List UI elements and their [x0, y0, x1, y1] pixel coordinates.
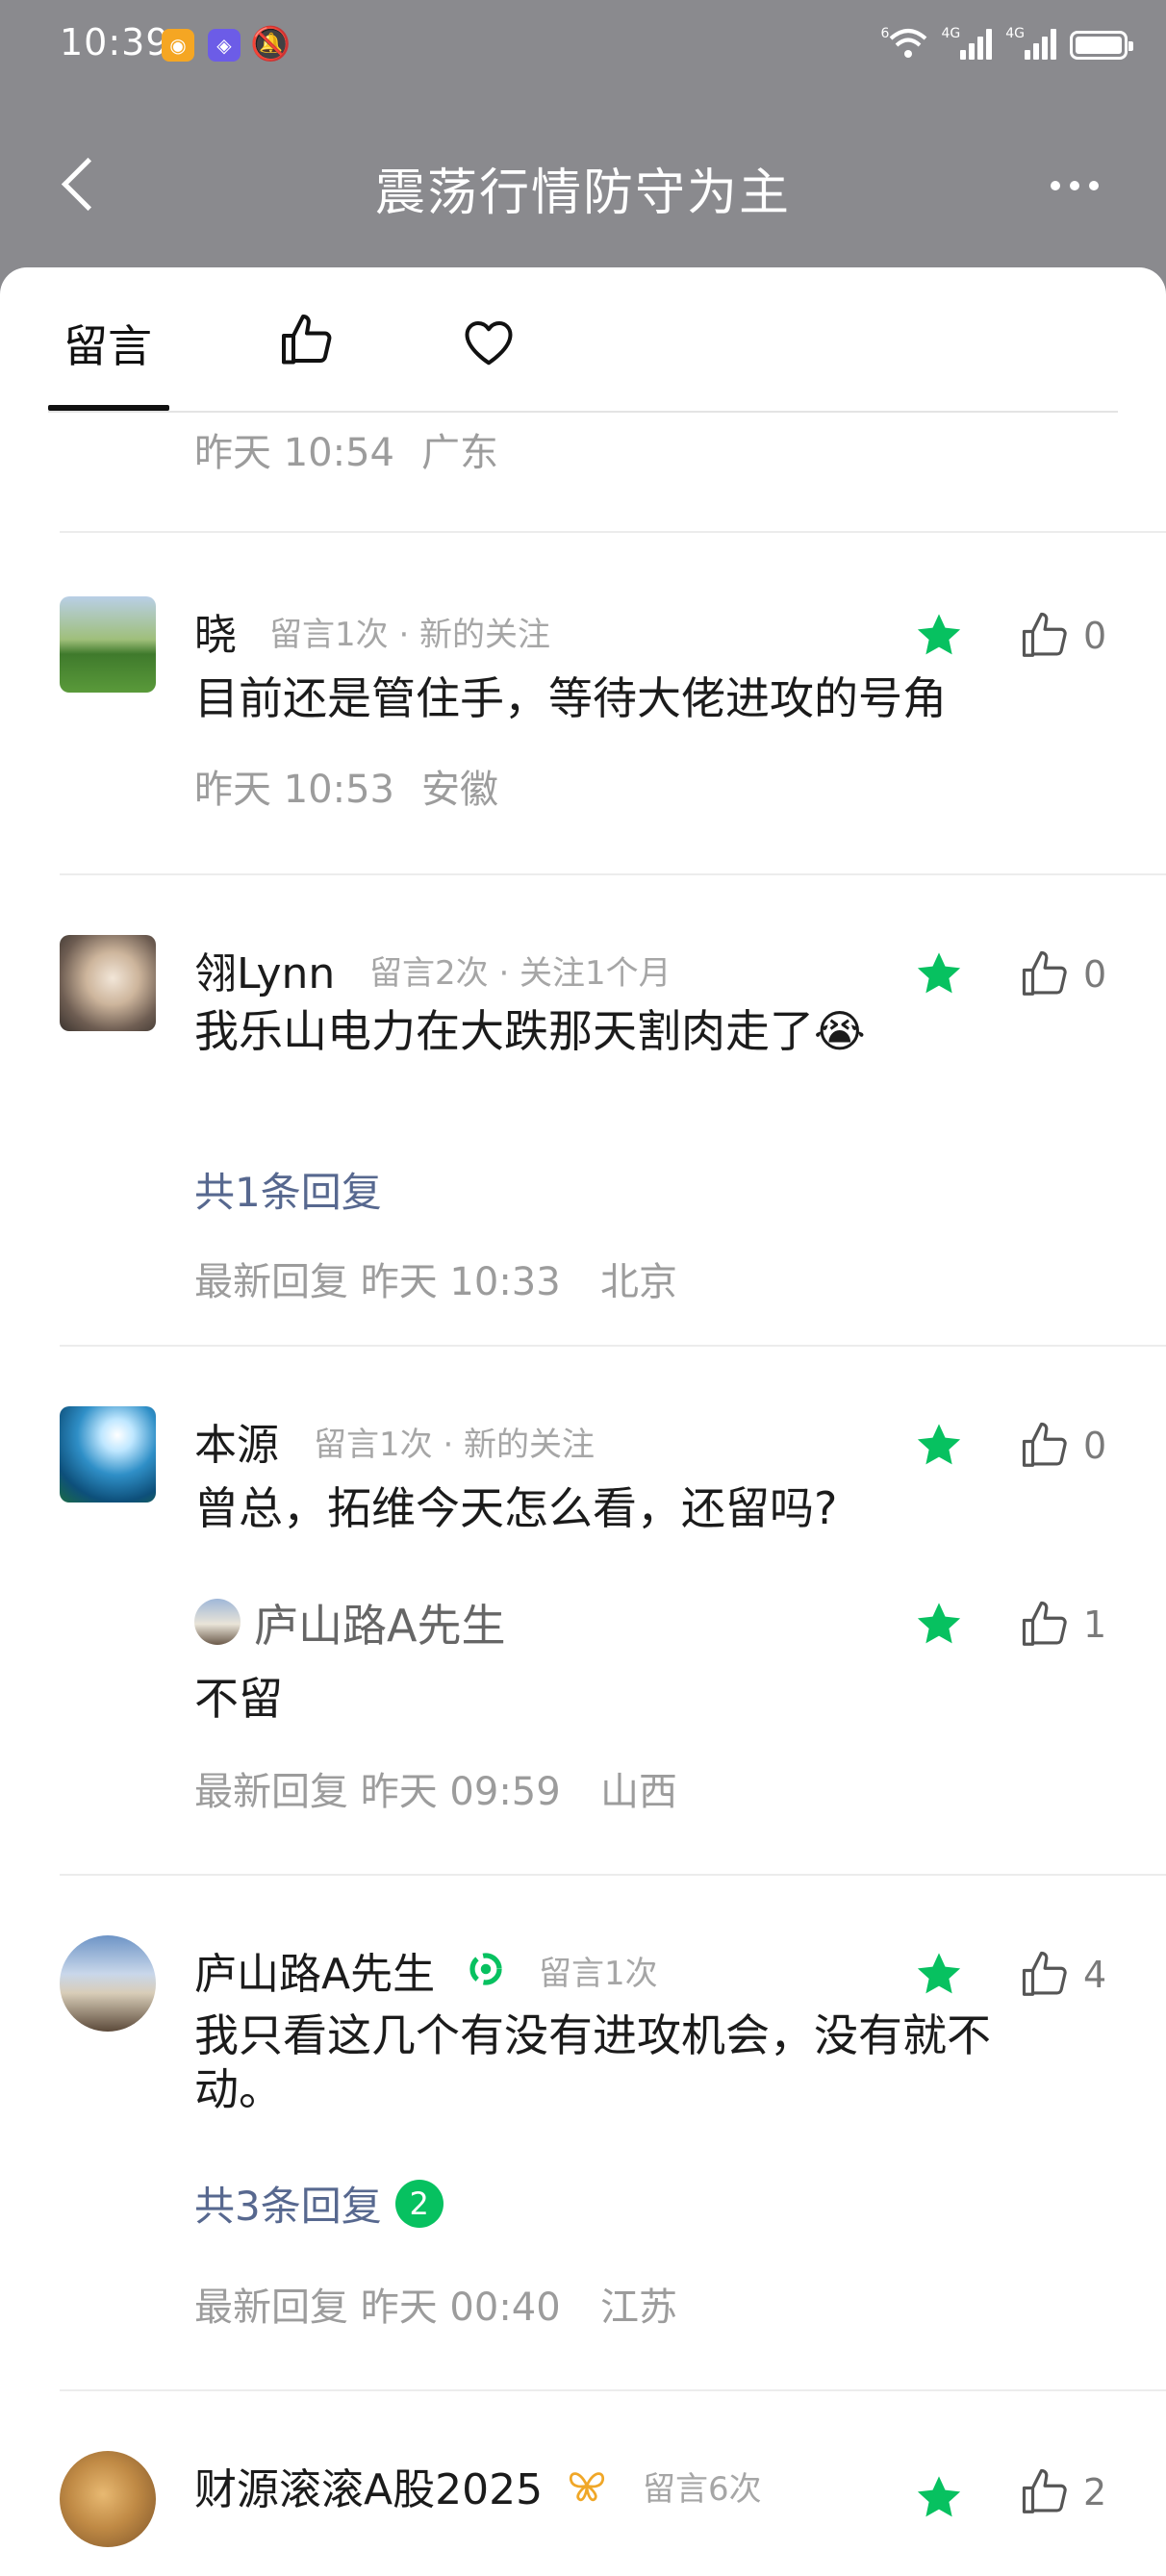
latest-reply-time: 最新回复 昨天 00:40: [194, 2286, 561, 2330]
like-button[interactable]: 0: [1020, 1420, 1106, 1472]
like-button[interactable]: 4: [1020, 1949, 1106, 2001]
thumb-up-icon: [1022, 1422, 1067, 1467]
star-icon[interactable]: [914, 610, 964, 660]
signal-icon-2: 4G: [1005, 27, 1056, 60]
tab-messages[interactable]: 留言: [63, 312, 152, 375]
thumb-up-icon: [1022, 1601, 1067, 1646]
like-count: 0: [1083, 1425, 1107, 1467]
weibo-icon: ◉: [162, 29, 194, 62]
like-count: 2: [1083, 2471, 1107, 2513]
commenter-info: 留言6次: [643, 2470, 762, 2509]
comments-sheet: 留言 昨天 10:54 广东 晓 留言1次 · 新的关注 0 目前还是管住手，等…: [0, 267, 1166, 2576]
avatar[interactable]: [60, 596, 156, 693]
tab-bar: 留言: [0, 267, 1166, 413]
butterfly-badge-icon: [570, 2472, 604, 2502]
reply-author-name[interactable]: 庐山路A先生: [254, 1591, 505, 1654]
comment-divider: [60, 873, 1166, 875]
wifi-icon: 6: [881, 27, 928, 60]
commenter-info: 留言1次 · 新的关注: [314, 1426, 596, 1464]
unread-badge: 2: [394, 2179, 444, 2228]
comment-location: 北京: [600, 1260, 677, 1304]
nav-bar: 震荡行情防守为主: [0, 96, 1166, 269]
comment-time: 昨天 10:53: [194, 768, 394, 812]
replies-link[interactable]: 共1条回复: [194, 1160, 382, 1219]
comment-time: 昨天 10:54: [194, 431, 394, 475]
comment-location: 安徽: [421, 768, 498, 812]
like-count: 0: [1083, 953, 1107, 996]
comment-divider: [60, 1345, 1166, 1347]
latest-reply-time: 最新回复 昨天 10:33: [194, 1260, 561, 1304]
comment-text: 曾总，拓维今天怎么看，还留吗?: [194, 1482, 838, 1534]
thumb-up-icon: [1022, 2468, 1067, 2513]
more-options-icon[interactable]: [1051, 181, 1099, 190]
comment-divider: [60, 2389, 1166, 2391]
avatar[interactable]: [60, 2451, 156, 2547]
replies-link[interactable]: 共3条回复: [194, 2183, 382, 2230]
like-count: 1: [1083, 1604, 1107, 1646]
tab-favorites-heart-icon[interactable]: [460, 314, 518, 371]
commenter-info: 留言1次: [539, 1955, 658, 1993]
status-time: 10:39: [60, 21, 170, 63]
avatar[interactable]: [60, 1406, 156, 1503]
net-label-2: 4G: [1005, 26, 1025, 41]
net-label-1: 4G: [941, 26, 961, 41]
replies-row: 共3条回复 2: [194, 2174, 444, 2233]
comment-divider: [60, 1874, 1166, 1876]
commenter-name[interactable]: 财源滚滚A股2025: [194, 2455, 543, 2516]
commenter-name[interactable]: 晓: [194, 600, 237, 662]
like-button[interactable]: 0: [1020, 948, 1106, 1000]
tab-likes-thumb-icon[interactable]: [279, 312, 337, 369]
comment-text: 我乐山电力在大跌那天割肉走了😭: [194, 1005, 866, 1057]
like-button[interactable]: 2: [1020, 2466, 1106, 2518]
reply-text: 不留: [194, 1673, 283, 1725]
comment-text: 我只看这几个有没有进攻机会，没有就不动。: [194, 2009, 991, 2115]
like-count: 4: [1083, 1954, 1107, 1996]
commenter-name[interactable]: 庐山路A先生: [194, 1939, 435, 2001]
signal-icon-1: 4G: [941, 26, 993, 60]
star-icon[interactable]: [914, 1599, 964, 1649]
commenter-name[interactable]: 翎Lynn: [194, 939, 335, 1000]
commenter-info: 留言1次 · 新的关注: [269, 616, 551, 654]
battery-icon: [1070, 31, 1133, 60]
star-icon[interactable]: [914, 948, 964, 998]
thumb-up-icon: [1022, 612, 1067, 657]
wifi-label: 6: [880, 26, 890, 41]
star-icon[interactable]: [914, 2472, 964, 2522]
comment-location: 山西: [600, 1770, 677, 1814]
comment-location: 江苏: [600, 2286, 677, 2330]
tabs-divider: [48, 411, 1118, 413]
status-bar: 10:39 ◉ ◈ 🔕 6 4G 4G: [0, 0, 1166, 96]
comment-divider: [60, 531, 1166, 533]
like-count: 0: [1083, 615, 1107, 657]
reply-avatar[interactable]: [194, 1599, 241, 1645]
verified-badge-icon: [469, 1953, 502, 1985]
avatar[interactable]: [60, 1935, 156, 2032]
commenter-info: 留言2次 · 关注1个月: [369, 954, 672, 993]
comment-text: 目前还是管住手，等待大佬进攻的号角: [194, 672, 947, 724]
comment-location: 广东: [421, 431, 498, 475]
page-title: 震荡行情防守为主: [374, 164, 791, 222]
thumb-up-icon: [1022, 1951, 1067, 1996]
like-button[interactable]: 0: [1020, 610, 1106, 662]
commenter-name[interactable]: 本源: [194, 1410, 279, 1472]
latest-reply-time: 最新回复 昨天 09:59: [194, 1770, 561, 1814]
avatar[interactable]: [60, 935, 156, 1031]
star-icon[interactable]: [914, 1420, 964, 1470]
mute-bell-icon: 🔕: [250, 25, 292, 63]
star-icon[interactable]: [914, 1949, 964, 1999]
app-notification-icon: ◈: [208, 29, 241, 62]
thumb-up-icon: [1022, 950, 1067, 996]
reply-like-button[interactable]: 1: [1020, 1599, 1106, 1651]
